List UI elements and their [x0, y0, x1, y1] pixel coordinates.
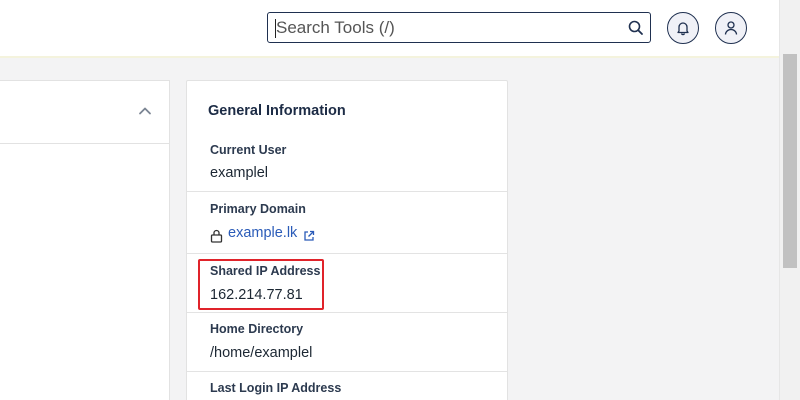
- search-box[interactable]: [267, 12, 651, 43]
- left-panel: [0, 80, 170, 400]
- home-directory-value: /home/examplel: [210, 345, 313, 361]
- notifications-button[interactable]: [667, 12, 699, 44]
- info-row-home-directory: Home Directory /home/examplel: [187, 313, 507, 372]
- search-icon[interactable]: [627, 19, 645, 37]
- info-row-primary-domain: Primary Domain example.lk: [187, 192, 507, 254]
- user-menu-button[interactable]: [715, 12, 747, 44]
- top-header: [0, 0, 779, 58]
- current-user-label: Current User: [210, 143, 287, 157]
- external-link-icon[interactable]: [303, 230, 315, 242]
- user-icon: [724, 21, 738, 35]
- primary-domain-label: Primary Domain: [210, 202, 306, 216]
- chevron-up-icon[interactable]: [138, 104, 152, 118]
- card-title: General Information: [208, 103, 346, 119]
- lock-icon: [210, 229, 223, 243]
- scrollbar-thumb[interactable]: [783, 54, 797, 268]
- primary-domain-link[interactable]: example.lk: [228, 225, 297, 241]
- general-information-card: General Information Current User example…: [186, 80, 508, 400]
- current-user-value: examplel: [210, 165, 269, 181]
- last-login-ip-label: Last Login IP Address: [210, 381, 342, 395]
- home-directory-label: Home Directory: [210, 322, 304, 336]
- highlight-box: [198, 259, 324, 310]
- search-input[interactable]: [276, 17, 616, 39]
- info-row-last-login-ip: Last Login IP Address: [187, 372, 507, 400]
- bell-icon: [677, 22, 689, 36]
- info-row-current-user: Current User examplel: [187, 136, 507, 192]
- page-scrollbar[interactable]: [779, 0, 800, 400]
- panel-divider: [0, 143, 170, 144]
